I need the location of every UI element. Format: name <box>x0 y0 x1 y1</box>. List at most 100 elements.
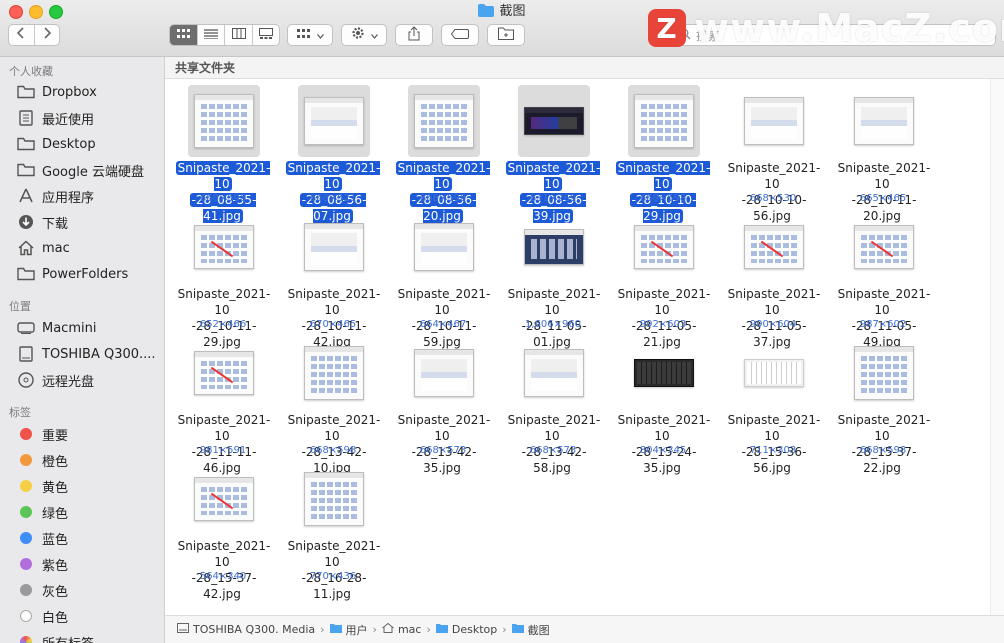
file-item[interactable]: Snipaste_2021-10 -28_11-05-21.jpg 992×603 <box>608 211 718 349</box>
file-thumbnail[interactable] <box>298 463 370 535</box>
file-thumbnail[interactable] <box>628 337 700 409</box>
path-item-volume[interactable]: TOSHIBA Q300. Media <box>177 623 315 636</box>
sidebar-tag-gray[interactable]: 灰色 <box>16 578 68 602</box>
file-item[interactable]: Snipaste_2021-10 -28_13-42-10.jpg 668×598 <box>278 337 388 475</box>
file-item[interactable]: Snipaste_2021-10 -28_15-37-42.jpg 564×340 <box>168 463 278 601</box>
path-separator-icon: › <box>502 623 507 636</box>
sidebar-item-google-drive[interactable]: Google 云端硬盘 <box>16 158 144 182</box>
list-view-button[interactable] <box>198 25 226 45</box>
group-button[interactable] <box>287 24 333 46</box>
file-name[interactable]: Snipaste_2021-10 -28_16-28-11.jpg <box>283 538 383 602</box>
file-item[interactable]: Snipaste_2021-10 -28_10-11-59.jpg 664×467 <box>388 211 498 349</box>
file-thumbnail[interactable] <box>518 211 590 283</box>
file-item[interactable]: Snipaste_2021-10 -28_11-05-01.jpg 1,606×96… <box>498 211 608 349</box>
tags-button[interactable] <box>441 24 479 46</box>
sidebar-item-dropbox[interactable]: Dropbox <box>16 80 97 104</box>
file-item[interactable]: Snipaste_2021-10 -28_13-42-58.jpg 668×573 <box>498 337 608 475</box>
file-thumbnail[interactable] <box>408 337 480 409</box>
image-preview <box>634 359 694 387</box>
path-item-users[interactable]: 用户 <box>329 622 368 638</box>
file-thumbnail[interactable] <box>188 211 260 283</box>
file-name[interactable]: Snipaste_2021-10 -28_15-24-35.jpg <box>613 412 713 476</box>
file-thumbnail[interactable] <box>408 85 480 157</box>
file-item[interactable]: Snipaste_2021-10 -28_08-55-41.jpg 668×598 <box>168 85 278 223</box>
folder-icon <box>478 4 495 22</box>
file-item[interactable]: Snipaste_2021-10 -28_15-36-56.jpg 711×303 <box>718 337 828 475</box>
action-menu-button[interactable] <box>341 24 387 46</box>
sidebar-tag-yellow[interactable]: 黄色 <box>16 474 68 498</box>
file-thumbnail[interactable] <box>408 211 480 283</box>
file-thumbnail[interactable] <box>188 337 260 409</box>
path-item-home[interactable]: mac <box>382 623 421 636</box>
file-item[interactable]: Snipaste_2021-10 -28_11-11-46.jpg 981×591 <box>168 337 278 475</box>
sidebar-item-applications[interactable]: 应用程序 <box>16 184 94 208</box>
file-thumbnail[interactable] <box>738 85 810 157</box>
sidebar-tag-all[interactable]: 所有标签… <box>16 630 107 643</box>
file-item[interactable]: Snipaste_2021-10 -28_10-11-29.jpg 652×466 <box>168 211 278 349</box>
sidebar-item-macmini[interactable]: Macmini <box>16 316 96 340</box>
file-thumbnail[interactable] <box>848 337 920 409</box>
file-item[interactable]: Snipaste_2021-10 -28_11-05-37.jpg 990×604 <box>718 211 828 349</box>
new-folder-button[interactable] <box>487 24 525 46</box>
sidebar-tag-blue[interactable]: 蓝色 <box>16 526 68 550</box>
forward-button[interactable] <box>35 25 60 45</box>
file-item[interactable]: Snipaste_2021-10 -28_10-11-42.jpg 670×465 <box>278 211 388 349</box>
file-item[interactable]: Snipaste_2021-10 -28_16-28-11.jpg 770×436 <box>278 463 388 601</box>
sidebar-tag-purple[interactable]: 紫色 <box>16 552 68 576</box>
file-name-line: Snipaste_2021-10 <box>615 161 711 191</box>
file-name[interactable]: Snipaste_2021-10 -28_15-36-56.jpg <box>723 412 823 476</box>
file-thumbnail[interactable] <box>298 337 370 409</box>
file-thumbnail[interactable] <box>628 211 700 283</box>
folder-icon <box>329 623 346 636</box>
sidebar-item-downloads[interactable]: 下载 <box>16 210 68 234</box>
image-dimensions: 1,606×960 <box>524 319 582 330</box>
file-name[interactable]: Snipaste_2021-10 -28_15-37-42.jpg <box>173 538 273 602</box>
file-item[interactable]: Snipaste_2021-10 -28_10-10-29.jpg 668×598 <box>608 85 718 223</box>
column-view-button[interactable] <box>225 25 253 45</box>
file-thumbnail[interactable] <box>628 85 700 157</box>
file-thumbnail[interactable] <box>848 85 920 157</box>
sidebar-item-powerfolders[interactable]: PowerFolders <box>16 262 128 286</box>
sidebar-tag-red[interactable]: 重要 <box>16 422 68 446</box>
image-dimensions: 668×598 <box>639 193 687 204</box>
file-thumbnail[interactable] <box>298 211 370 283</box>
sidebar-item-desktop[interactable]: Desktop <box>16 132 96 156</box>
file-item[interactable]: Snipaste_2021-10 -28_13-42-35.jpg 668×573 <box>388 337 498 475</box>
file-item[interactable]: Snipaste_2021-10 -28_08-56-20.jpg 668×598 <box>388 85 498 223</box>
sidebar-tag-orange[interactable]: 橙色 <box>16 448 68 472</box>
file-item[interactable]: Snipaste_2021-10 -28_08-56-39.jpg 631×269 <box>498 85 608 223</box>
sidebar-header-favorites: 个人收藏 <box>9 65 53 78</box>
sidebar-item-home[interactable]: mac <box>16 236 70 260</box>
file-name[interactable]: Snipaste_2021-10 -28_13-42-35.jpg <box>393 412 493 476</box>
sidebar-header-tags: 标签 <box>9 406 31 419</box>
sidebar-tag-white[interactable]: 白色 <box>16 604 68 628</box>
file-name[interactable]: Snipaste_2021-10 -28_15-37-22.jpg <box>833 412 933 476</box>
file-item[interactable]: Snipaste_2021-10 -28_10-10-56.jpg 668×530 <box>718 85 828 223</box>
file-thumbnail[interactable] <box>518 85 590 157</box>
file-thumbnail[interactable] <box>848 211 920 283</box>
file-thumbnail[interactable] <box>188 463 260 535</box>
sidebar-item-recents[interactable]: 最近使用 <box>16 106 94 130</box>
sidebar-item-remote-disc[interactable]: 远程光盘 <box>16 368 94 392</box>
file-item[interactable]: Snipaste_2021-10 -28_10-11-20.jpg 665×465 <box>828 85 938 223</box>
path-item-desktop[interactable]: Desktop <box>435 623 497 636</box>
file-name[interactable]: Snipaste_2021-10 -28_13-42-58.jpg <box>503 412 603 476</box>
file-thumbnail[interactable] <box>298 85 370 157</box>
file-thumbnail[interactable] <box>738 211 810 283</box>
icon-view-button[interactable] <box>170 25 199 45</box>
file-item[interactable]: Snipaste_2021-10 -28_15-24-35.jpg 804×345 <box>608 337 718 475</box>
back-button[interactable] <box>9 25 35 45</box>
file-item[interactable]: Snipaste_2021-10 -28_08-56-07.jpg 668×521 <box>278 85 388 223</box>
gallery-view-button[interactable] <box>253 25 279 45</box>
file-thumbnail[interactable] <box>518 337 590 409</box>
path-item-current[interactable]: 截图 <box>511 622 550 638</box>
tag-color-dot-icon <box>16 555 36 573</box>
file-thumbnail[interactable] <box>188 85 260 157</box>
share-button[interactable] <box>395 24 433 46</box>
sidebar-tag-green[interactable]: 绿色 <box>16 500 68 524</box>
file-item[interactable]: Snipaste_2021-10 -28_11-05-49.jpg 987×602 <box>828 211 938 349</box>
file-thumbnail[interactable] <box>738 337 810 409</box>
vertical-scrollbar[interactable] <box>990 79 1004 615</box>
sidebar-item-toshiba[interactable]: TOSHIBA Q300.... <box>16 342 156 366</box>
file-item[interactable]: Snipaste_2021-10 -28_15-37-22.jpg 668×598 <box>828 337 938 475</box>
